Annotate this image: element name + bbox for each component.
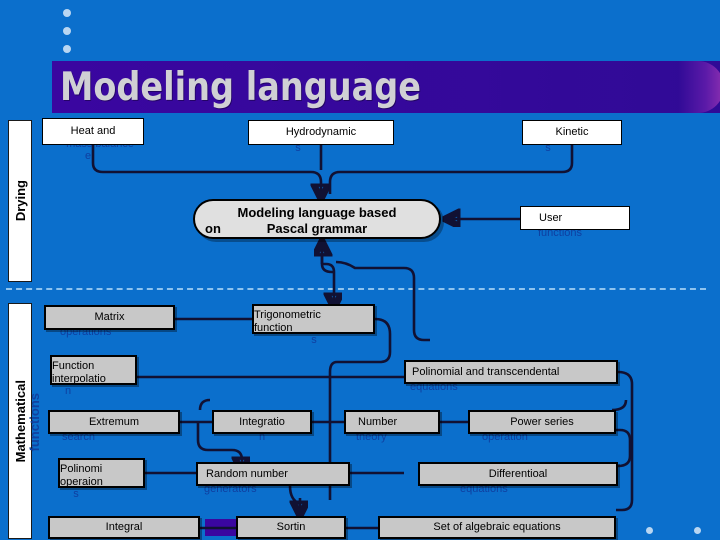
title-band-cap: [678, 61, 720, 113]
box-power-series-operation[interactable]: Power series: [468, 410, 616, 434]
box-user-functions[interactable]: User: [520, 206, 630, 230]
box-integration[interactable]: Integratio: [212, 410, 312, 434]
box-polinomial-transcendental-equations-label: Polinomial and transcendental: [412, 365, 560, 378]
box-matrix-operations[interactable]: Matrix: [44, 305, 175, 330]
box-polinomial-operations-label2: operaion: [60, 475, 103, 488]
box-random-number-generators[interactable]: Random number: [196, 462, 350, 486]
box-set-of-algebraic-equations-label: Set of algebraic equations: [433, 521, 561, 533]
box-number-theory[interactable]: Number: [344, 410, 440, 434]
box-heat-and-mass-balance-overflow-2: e: [84, 150, 92, 162]
box-trigonometric-functions-label: Trigonometric: [254, 308, 321, 321]
box-heat-and-mass-balance[interactable]: Heat and: [42, 118, 144, 145]
box-integral[interactable]: Integral: [48, 516, 200, 539]
box-modeling-language-core[interactable]: Modeling language based on Pascal gramma…: [193, 199, 441, 239]
box-user-functions-label: User: [539, 211, 563, 224]
box-sorting-label: Sortin: [276, 521, 306, 533]
box-differential-equations-label: Differentioal: [488, 467, 548, 480]
bullet-dot-icon: [646, 527, 653, 534]
slide-canvas: Modeling language Drying Mathematical fu…: [0, 0, 720, 540]
box-function-interpolation[interactable]: Function interpolatio: [50, 355, 137, 385]
box-modeling-language-core-line1: Modeling language based: [237, 205, 397, 220]
box-polinomial-operations-overflow: s: [73, 488, 79, 500]
bullet-dot-icon: [694, 527, 701, 534]
box-modeling-language-core-line2-text: Pascal grammar: [266, 221, 368, 236]
box-number-theory-label: Number: [358, 415, 398, 428]
box-integration-label: Integratio: [239, 415, 285, 428]
box-integral-label: Integral: [105, 521, 143, 533]
box-extremum-search[interactable]: Extremum: [48, 410, 180, 434]
box-trigonometric-functions-label2: function: [254, 321, 293, 334]
box-differential-equations[interactable]: Differentioal: [418, 462, 618, 486]
box-modeling-language-core-line2: on Pascal grammar: [195, 221, 439, 236]
box-heat-and-mass-balance-label: Heat and: [70, 125, 116, 137]
box-random-number-generators-label: Random number: [206, 467, 288, 480]
box-set-of-algebraic-equations[interactable]: Set of algebraic equations: [378, 516, 616, 539]
section-divider: [6, 288, 706, 290]
box-matrix-operations-label: Matrix: [94, 311, 125, 323]
box-extremum-search-label: Extremum: [88, 415, 140, 428]
box-kinetics-label: Kinetic: [555, 126, 589, 138]
box-function-interpolation-overflow: n: [64, 385, 72, 397]
box-hydrodynamics[interactable]: Hydrodynamic: [248, 120, 394, 145]
bullet-dot-icon: [63, 9, 71, 17]
section-label-drying-text: Drying: [12, 180, 28, 222]
section-label-mathematical-overflow: functions: [27, 393, 42, 452]
box-power-series-operation-label: Power series: [510, 415, 574, 428]
box-kinetics[interactable]: Kinetic: [522, 120, 622, 145]
bullet-dot-icon: [63, 45, 71, 53]
box-polinomial-operations[interactable]: Polinomi operaion: [58, 458, 145, 488]
box-modeling-language-core-line2-prefix: on: [205, 221, 221, 236]
box-function-interpolation-label: Function: [52, 359, 95, 372]
bullet-dot-icon: [63, 27, 71, 35]
section-label-mathematical-text: Mathematical: [12, 379, 28, 463]
box-polinomial-operations-label: Polinomi: [60, 462, 103, 475]
box-hydrodynamics-label: Hydrodynamic: [285, 126, 357, 138]
page-title: Modeling language: [60, 65, 422, 110]
box-sorting[interactable]: Sortin: [236, 516, 346, 539]
section-label-drying: Drying: [8, 120, 32, 282]
box-trigonometric-functions-overflow: s: [311, 334, 317, 346]
box-polinomial-transcendental-equations[interactable]: Polinomial and transcendental: [404, 360, 618, 384]
box-function-interpolation-label2: interpolatio: [52, 372, 106, 385]
box-trigonometric-functions[interactable]: Trigonometric function: [252, 304, 375, 334]
